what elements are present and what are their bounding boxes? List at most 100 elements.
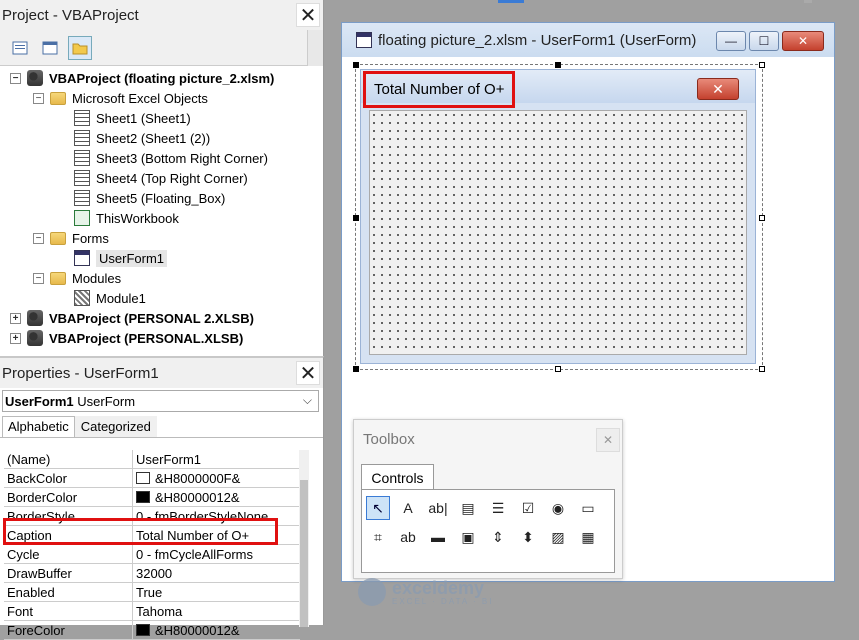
tree-item-label: Sheet1 (Sheet1) — [96, 110, 191, 126]
collapse-icon[interactable]: − — [33, 272, 44, 284]
toolbox-title-bar[interactable]: Toolbox ✕ — [354, 420, 622, 458]
property-value-text: 0 - fmCycleAllForms — [136, 546, 254, 562]
resize-handle-t[interactable] — [555, 62, 561, 68]
tree-item[interactable]: Sheet5 (Floating_Box) — [74, 188, 225, 208]
tree-item[interactable]: + VBAProject (PERSONAL 2.XLSB) — [10, 308, 254, 328]
resize-handle-l[interactable] — [353, 215, 359, 221]
collapse-icon[interactable]: − — [33, 92, 44, 104]
property-value[interactable]: True — [133, 583, 300, 601]
toolbox-close-icon[interactable]: ✕ — [596, 428, 620, 452]
tree-item[interactable]: − Microsoft Excel Objects — [33, 88, 208, 108]
exceldemy-logo-icon — [358, 578, 386, 606]
combobox-tool[interactable]: ▤ — [456, 496, 480, 520]
tree-item[interactable]: − Modules — [33, 268, 121, 288]
frame-tool[interactable]: ⌗ — [366, 525, 390, 549]
property-value[interactable]: Tahoma — [133, 602, 300, 620]
tree-item[interactable]: Sheet2 (Sheet1 (2)) — [74, 128, 210, 148]
tree-item-label: Forms — [72, 230, 109, 246]
property-row[interactable]: ForeColor &H80000012& — [4, 621, 300, 640]
image-tool[interactable]: ▨ — [546, 525, 570, 549]
textbox-tool[interactable]: ab| — [426, 496, 450, 520]
optionbutton-tool[interactable]: ◉ — [546, 496, 570, 520]
tree-item-label: VBAProject (PERSONAL 2.XLSB) — [49, 310, 254, 326]
property-value[interactable]: 0 - fmCycleAllForms — [133, 545, 300, 563]
select-objects-tool[interactable]: ↖ — [366, 496, 390, 520]
userform-grid-area[interactable] — [369, 110, 747, 355]
tab-categorized[interactable]: Categorized — [74, 416, 157, 437]
resize-handle-r[interactable] — [759, 215, 765, 221]
tree-item[interactable]: ThisWorkbook — [74, 208, 179, 228]
properties-pane-close-icon[interactable]: ✕ — [296, 361, 320, 385]
project-pane-close-icon[interactable]: ✕ — [296, 3, 320, 27]
toolbar-scroll-arrow[interactable] — [307, 30, 323, 66]
tree-item[interactable]: UserForm1 — [74, 248, 168, 268]
resize-handle-tl[interactable] — [353, 62, 359, 68]
project-pane-title-bar[interactable]: Project - VBAProject ✕ — [0, 0, 323, 30]
minimize-button[interactable]: — — [716, 31, 746, 51]
properties-pane-title: Properties - UserForm1 — [2, 364, 159, 382]
form-icon — [74, 250, 90, 266]
property-row[interactable]: Cycle 0 - fmCycleAllForms — [4, 545, 300, 564]
resize-handle-br[interactable] — [759, 366, 765, 372]
property-value[interactable]: &H80000012& — [133, 488, 300, 506]
properties-scrollbar[interactable] — [299, 450, 309, 627]
close-window-button[interactable]: ✕ — [782, 31, 824, 51]
property-row[interactable]: BorderColor &H80000012& — [4, 488, 300, 507]
property-row[interactable]: Enabled True — [4, 583, 300, 602]
tree-item[interactable]: Sheet1 (Sheet1) — [74, 108, 191, 128]
commandbutton-tool[interactable]: ab — [396, 525, 420, 549]
tree-item[interactable]: + VBAProject (PERSONAL.XLSB) — [10, 328, 243, 348]
collapse-icon[interactable]: − — [33, 232, 44, 244]
property-row[interactable]: DrawBuffer 32000 — [4, 564, 300, 583]
properties-tabs: Alphabetic Categorized — [0, 416, 323, 438]
expand-icon[interactable]: + — [10, 312, 21, 324]
checkbox-tool[interactable]: ☑ — [516, 496, 540, 520]
tab-controls[interactable]: Controls — [361, 464, 434, 490]
listbox-tool[interactable]: ☰ — [486, 496, 510, 520]
properties-pane-title-bar[interactable]: Properties - UserForm1 ✕ — [0, 358, 323, 388]
designer-title-bar[interactable]: floating picture_2.xlsm - UserForm1 (Use… — [342, 23, 834, 57]
toolbox-window: Toolbox ✕ Controls ↖ Aab| ▤ ☰ ☑ ◉ ▭ ⌗ ab ▬ ▣ ⇕ ⬍ ▨ ▦ — [353, 419, 623, 579]
tree-item[interactable]: Sheet3 (Bottom Right Corner) — [74, 148, 268, 168]
spinbutton-tool[interactable]: ⬍ — [516, 525, 540, 549]
tab-alphabetic[interactable]: Alphabetic — [2, 416, 75, 437]
property-value[interactable]: &H8000000F& — [133, 469, 300, 487]
window-controls: — ☐ ✕ — [716, 31, 824, 51]
refedit-tool[interactable]: ▦ — [576, 525, 600, 549]
tree-item[interactable]: − VBAProject (floating picture_2.xlsm) — [10, 68, 274, 88]
multipage-tool[interactable]: ▣ — [456, 525, 480, 549]
view-object-icon — [42, 41, 58, 54]
resize-handle-b[interactable] — [555, 366, 561, 372]
toolbox-title: Toolbox — [363, 430, 415, 448]
property-value[interactable]: 32000 — [133, 564, 300, 582]
color-swatch — [136, 624, 150, 636]
property-value[interactable]: &H80000012& — [133, 621, 300, 639]
view-code-button[interactable] — [8, 36, 32, 60]
sheet-icon — [74, 170, 90, 186]
property-name: (Name) — [4, 450, 133, 468]
tree-item[interactable]: Sheet4 (Top Right Corner) — [74, 168, 248, 188]
toggle-folders-button[interactable] — [68, 35, 92, 60]
tree-item[interactable]: − Forms — [33, 228, 109, 248]
caption-highlight-box — [3, 518, 278, 545]
property-name: Font — [4, 602, 133, 620]
tree-item[interactable]: Module1 — [74, 288, 146, 308]
userform-canvas[interactable]: Total Number of O+ ✕ — [360, 69, 756, 364]
property-value[interactable]: UserForm1 — [133, 450, 300, 468]
property-row[interactable]: Font Tahoma — [4, 602, 300, 621]
tabstrip-tool[interactable]: ▬ — [426, 525, 450, 549]
property-row[interactable]: (Name) UserForm1 — [4, 450, 300, 469]
view-object-button[interactable] — [38, 36, 62, 60]
togglebutton-tool[interactable]: ▭ — [576, 496, 600, 520]
resize-handle-bl[interactable] — [353, 366, 359, 372]
property-row[interactable]: BackColor &H8000000F& — [4, 469, 300, 488]
tree-item-label: VBAProject (PERSONAL.XLSB) — [49, 330, 244, 346]
scrollbar-tool[interactable]: ⇕ — [486, 525, 510, 549]
expand-icon[interactable]: + — [10, 332, 21, 344]
object-selector[interactable]: UserForm1 UserForm ⌵ — [2, 390, 319, 412]
scrollbar-thumb[interactable] — [300, 480, 308, 627]
maximize-button[interactable]: ☐ — [749, 31, 779, 51]
label-tool[interactable]: A — [396, 496, 420, 520]
resize-handle-tr[interactable] — [759, 62, 765, 68]
collapse-icon[interactable]: − — [10, 72, 21, 84]
